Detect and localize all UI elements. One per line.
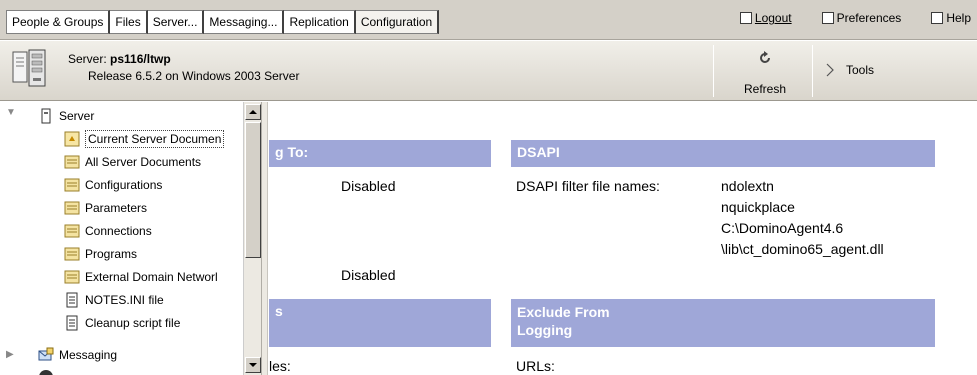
toolbar-separator [713,45,714,97]
server-prefix: Server: [68,52,107,66]
pane-splitter[interactable] [262,102,268,375]
tab-server[interactable]: Server... [147,10,205,34]
tree-item-parameters[interactable]: Parameters [64,198,147,218]
exclude-head-line-1: Exclude From [517,304,610,320]
document-view-icon [64,131,80,147]
tools-button[interactable]: Tools [826,55,874,85]
help-link[interactable]: Help [931,11,971,25]
scroll-down-button[interactable] [245,357,261,373]
top-tab-bar: People & Groups Files Server... Messagin… [0,0,977,40]
section-header-dsapi: DSAPI [511,140,935,167]
tree-item-server[interactable]: Server [38,106,94,126]
view-icon [64,201,80,215]
tree-item-current-server-document[interactable]: Current Server Documen [64,129,225,149]
tree-item-configurations[interactable]: Configurations [64,175,162,195]
view-icon [64,178,80,192]
tree-label-configurations: Configurations [85,178,163,192]
partial-field-label: les: [269,358,291,374]
tree-label-current-server-document: Current Server Documen [85,130,225,148]
dsapi-filter-value: nquickplace [721,199,795,215]
scroll-thumb[interactable] [245,122,261,258]
logout-checkbox-icon [739,12,752,24]
value-disabled-2: Disabled [341,267,396,283]
document-content: g To: Disabled Disabled s les: DSAPI DSA… [269,102,977,375]
tree-scrollbar[interactable] [243,102,261,375]
arrow-up-icon [249,110,257,114]
tab-strip: People & Groups Files Server... Messagin… [6,10,440,34]
tree-label-notes-ini: NOTES.INI file [85,293,164,307]
view-icon [64,247,80,261]
view-icon [64,270,80,284]
server-name-line: Server: ps116/ltwp [68,52,171,66]
tree-item-external-domain-network[interactable]: External Domain Networl [64,267,218,287]
tree-label-connections: Connections [85,224,152,238]
refresh-icon [760,51,770,63]
top-links: Logout Preferences Help [739,11,971,25]
tab-people-groups[interactable]: People & Groups [6,10,111,34]
text-file-icon [66,315,78,331]
preferences-checkbox-icon [821,12,834,24]
help-label: Help [946,11,971,25]
server-name: ps116/ltwp [110,52,171,66]
dsapi-filter-value: C:\DominoAgent4.6 [721,220,844,236]
refresh-button[interactable]: Refresh [722,45,808,97]
refresh-label: Refresh [743,82,787,96]
help-checkbox-icon [931,12,944,24]
tree-item-messaging[interactable]: Messaging [38,345,117,365]
server-release: Release 6.5.2 on Windows 2003 Server [88,69,300,83]
messaging-icon [38,347,54,361]
value-disabled-1: Disabled [341,178,396,194]
view-icon [64,224,80,238]
logout-link[interactable]: Logout [739,11,792,25]
tree-label-server: Server [59,109,95,123]
tree-label-external-domain-network: External Domain Networl [85,270,218,284]
tree-label-parameters: Parameters [85,201,148,215]
dsapi-filter-value: ndolextn [721,178,774,194]
urls-label: URLs: [516,358,555,374]
tree-item-all-server-documents[interactable]: All Server Documents [64,152,201,172]
text-file-icon [66,292,78,308]
logout-label: Logout [754,11,792,25]
server-document-icon [12,49,46,87]
tools-label: Tools [846,63,875,77]
section-header-exclude-from-logging: Exclude From Logging [511,299,935,347]
dsapi-filter-value: \lib\ct_domino65_agent.dll [721,241,884,257]
exclude-head-line-2: Logging [517,322,573,338]
tree-label-cleanup-script: Cleanup script file [85,316,181,330]
server-header: Server: ps116/ltwp Release 6.5.2 on Wind… [0,41,977,101]
section-header-left-2: s [269,299,491,347]
expand-right-icon[interactable]: ▶ [6,349,14,360]
tab-replication[interactable]: Replication [284,10,356,34]
chevron-right-icon [826,63,834,77]
tree-item-programs[interactable]: Programs [64,244,137,264]
scroll-up-button[interactable] [245,104,261,120]
arrow-down-icon [249,363,257,367]
tab-files[interactable]: Files [110,10,148,34]
tab-configuration[interactable]: Configuration [355,10,440,34]
tree-item-notes-ini[interactable]: NOTES.INI file [64,290,164,310]
view-icon [64,155,80,169]
tree-label-all-server-documents: All Server Documents [85,155,202,169]
replication-icon [39,370,53,375]
tab-messaging[interactable]: Messaging... [204,10,285,34]
preferences-label: Preferences [836,11,902,25]
toolbar-separator [812,45,813,97]
server-icon [41,108,51,124]
dsapi-filter-label: DSAPI filter file names: [516,178,660,194]
tree-item-connections[interactable]: Connections [64,221,152,241]
navigation-tree: ▼ Server Current Server Documen All Serv… [0,102,262,375]
tree-label-programs: Programs [85,247,138,261]
preferences-link[interactable]: Preferences [821,11,902,25]
expand-down-icon[interactable]: ▼ [6,107,16,118]
section-header-logging-to: g To: [269,140,491,167]
tree-item-cleanup-script[interactable]: Cleanup script file [64,313,180,333]
tree-label-messaging: Messaging [59,348,118,362]
